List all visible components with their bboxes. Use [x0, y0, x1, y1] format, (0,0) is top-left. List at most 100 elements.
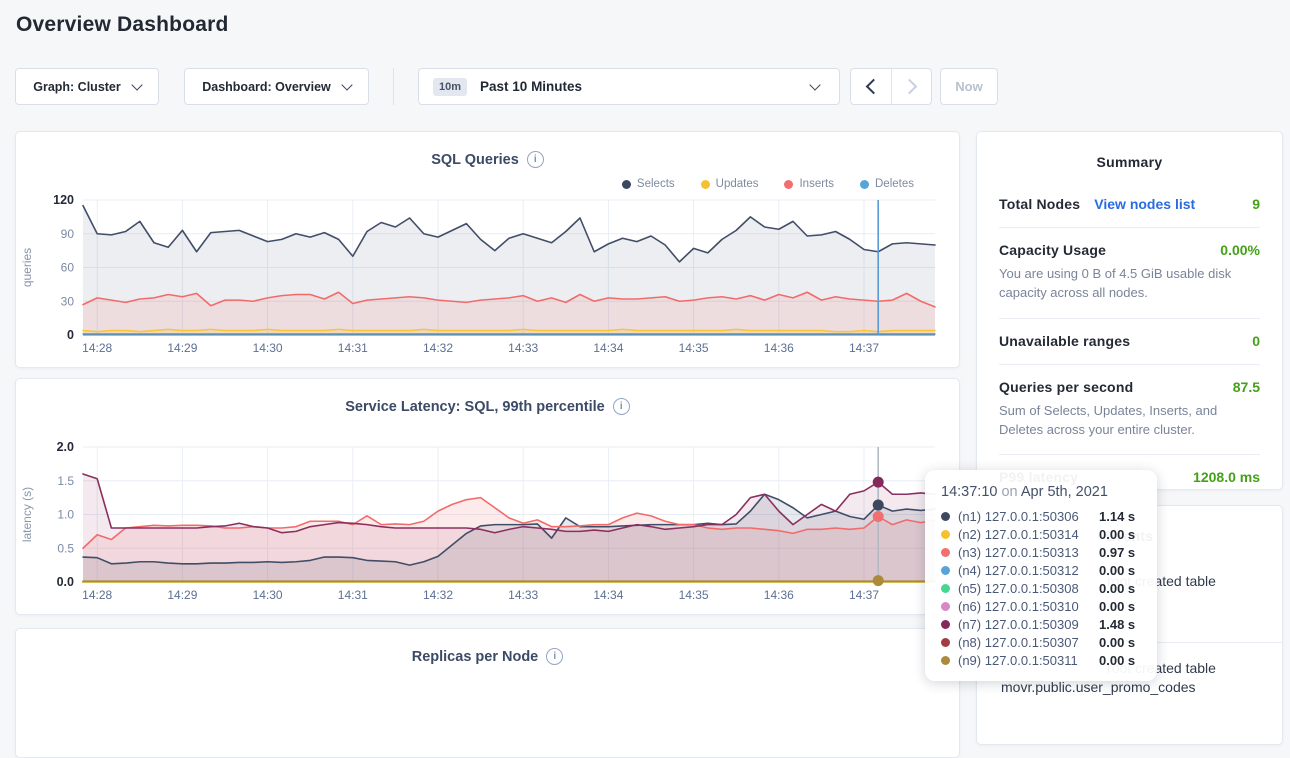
- service-latency-chart[interactable]: 0.00.51.01.52.014:2814:2914:3014:3114:32…: [17, 439, 960, 611]
- tooltip-node-value: 0.00 s: [1099, 581, 1145, 596]
- svg-text:60: 60: [61, 261, 75, 275]
- series-color-dot-icon: [941, 656, 950, 665]
- tooltip-node-row: (n1) 127.0.0.1:503061.14 s: [941, 507, 1145, 525]
- svg-text:14:30: 14:30: [253, 341, 283, 355]
- tooltip-node-value: 0.00 s: [1099, 527, 1145, 542]
- time-back-button[interactable]: [851, 69, 891, 104]
- tooltip-node-address: (n6) 127.0.0.1:50310: [958, 599, 1091, 614]
- tooltip-node-row: (n9) 127.0.0.1:503110.00 s: [941, 651, 1145, 669]
- legend-label: Deletes: [875, 178, 914, 190]
- time-forward-button[interactable]: [891, 69, 931, 104]
- graph-dropdown-label: Graph: Cluster: [33, 80, 121, 94]
- legend-item[interactable]: Inserts: [784, 178, 834, 190]
- svg-text:14:30: 14:30: [253, 588, 283, 602]
- time-range-label: Past 10 Minutes: [480, 79, 582, 94]
- tooltip-node-address: (n2) 127.0.0.1:50314: [958, 527, 1091, 542]
- capacity-usage-label: Capacity Usage: [999, 242, 1106, 258]
- svg-text:90: 90: [61, 227, 75, 241]
- legend-label: Updates: [716, 178, 759, 190]
- dashboard-dropdown[interactable]: Dashboard: Overview: [184, 68, 369, 105]
- tooltip-node-value: 1.14 s: [1099, 509, 1145, 524]
- latency-hover-tooltip: 14:37:10 on Apr 5th, 2021 (n1) 127.0.0.1…: [925, 470, 1157, 681]
- sql-queries-panel: SQL Queries i Selects Updates Inserts Delet…: [15, 131, 960, 368]
- capacity-usage-description: You are using 0 B of 4.5 GiB usable disk…: [999, 265, 1260, 303]
- tooltip-node-address: (n4) 127.0.0.1:50312: [958, 563, 1091, 578]
- chart-title: Service Latency: SQL, 99th percentile: [345, 399, 605, 415]
- tooltip-node-value: 0.00 s: [1099, 653, 1145, 668]
- svg-text:14:28: 14:28: [82, 588, 112, 602]
- series-color-dot-icon: [941, 566, 950, 575]
- legend-dot-icon: [860, 180, 869, 189]
- tooltip-on: on: [1001, 484, 1017, 500]
- series-color-dot-icon: [941, 548, 950, 557]
- svg-text:14:32: 14:32: [423, 588, 453, 602]
- time-range-selector[interactable]: 10m Past 10 Minutes: [418, 68, 840, 105]
- svg-text:14:33: 14:33: [508, 341, 538, 355]
- svg-text:14:34: 14:34: [593, 341, 623, 355]
- svg-text:14:29: 14:29: [167, 588, 197, 602]
- svg-text:0.0: 0.0: [57, 575, 74, 589]
- svg-text:0: 0: [67, 328, 74, 342]
- chevron-left-icon: [866, 79, 882, 95]
- view-nodes-list-link[interactable]: View nodes list: [1094, 196, 1195, 212]
- legend-label: Inserts: [799, 178, 834, 190]
- svg-text:14:34: 14:34: [593, 588, 623, 602]
- svg-text:14:35: 14:35: [679, 341, 709, 355]
- svg-text:14:28: 14:28: [82, 341, 112, 355]
- svg-text:2.0: 2.0: [57, 440, 74, 454]
- time-step-buttons: [850, 68, 932, 105]
- capacity-usage-value: 0.00%: [1220, 242, 1260, 258]
- chart-title-row: Replicas per Node i: [16, 648, 959, 665]
- legend-dot-icon: [784, 180, 793, 189]
- time-range-badge: 10m: [433, 78, 467, 96]
- queries-per-second-value: 87.5: [1233, 379, 1260, 395]
- legend-item[interactable]: Updates: [701, 178, 759, 190]
- series-color-dot-icon: [941, 602, 950, 611]
- chart-title-row: Service Latency: SQL, 99th percentile i: [16, 398, 959, 415]
- capacity-usage-row: Capacity Usage 0.00% You are using 0 B o…: [999, 227, 1260, 318]
- legend-item[interactable]: Selects: [622, 178, 675, 190]
- legend-item[interactable]: Deletes: [860, 178, 914, 190]
- tooltip-node-value: 0.00 s: [1099, 635, 1145, 650]
- svg-text:14:31: 14:31: [338, 588, 368, 602]
- svg-text:14:32: 14:32: [423, 341, 453, 355]
- chart-title: SQL Queries: [431, 152, 519, 168]
- svg-text:14:29: 14:29: [167, 341, 197, 355]
- legend-dot-icon: [622, 180, 631, 189]
- chevron-down-icon: [341, 79, 352, 90]
- svg-text:14:36: 14:36: [764, 341, 794, 355]
- svg-text:30: 30: [61, 294, 75, 308]
- legend-dot-icon: [701, 180, 710, 189]
- svg-text:14:37: 14:37: [849, 588, 879, 602]
- unavailable-ranges-row: Unavailable ranges 0: [999, 318, 1260, 364]
- sql-queries-chart[interactable]: 030609012014:2814:2914:3014:3114:3214:33…: [17, 192, 960, 364]
- info-icon[interactable]: i: [613, 398, 630, 415]
- svg-text:14:37: 14:37: [849, 341, 879, 355]
- replicas-per-node-panel: Replicas per Node i: [15, 628, 960, 758]
- controls-divider: [393, 68, 394, 105]
- queries-per-second-label: Queries per second: [999, 379, 1133, 395]
- chart-title: Replicas per Node: [412, 649, 539, 665]
- tooltip-node-row: (n8) 127.0.0.1:50307 0.00 s: [941, 633, 1145, 651]
- tooltip-node-row: (n3) 127.0.0.1:503130.97 s: [941, 543, 1145, 561]
- svg-text:14:35: 14:35: [679, 588, 709, 602]
- tooltip-node-row: (n7) 127.0.0.1:503091.48 s: [941, 615, 1145, 633]
- tooltip-node-address: (n8) 127.0.0.1:50307: [958, 635, 1091, 650]
- series-color-dot-icon: [941, 620, 950, 629]
- info-icon[interactable]: i: [527, 151, 544, 168]
- svg-text:14:31: 14:31: [338, 341, 368, 355]
- graph-dropdown[interactable]: Graph: Cluster: [15, 68, 159, 105]
- tooltip-node-value: 1.48 s: [1099, 617, 1145, 632]
- total-nodes-value: 9: [1252, 196, 1260, 212]
- chevron-right-icon: [901, 79, 917, 95]
- svg-text:1.5: 1.5: [57, 474, 74, 488]
- p99-latency-value: 1208.0 ms: [1193, 469, 1260, 485]
- total-nodes-row: Total Nodes View nodes list 9: [999, 182, 1260, 227]
- queries-per-second-description: Sum of Selects, Updates, Inserts, and De…: [999, 402, 1260, 440]
- now-button[interactable]: Now: [940, 68, 998, 105]
- info-icon[interactable]: i: [546, 648, 563, 665]
- svg-text:queries: queries: [20, 248, 34, 287]
- tooltip-time: 14:37:10: [941, 484, 997, 500]
- tooltip-node-address: (n5) 127.0.0.1:50308: [958, 581, 1091, 596]
- svg-text:14:33: 14:33: [508, 588, 538, 602]
